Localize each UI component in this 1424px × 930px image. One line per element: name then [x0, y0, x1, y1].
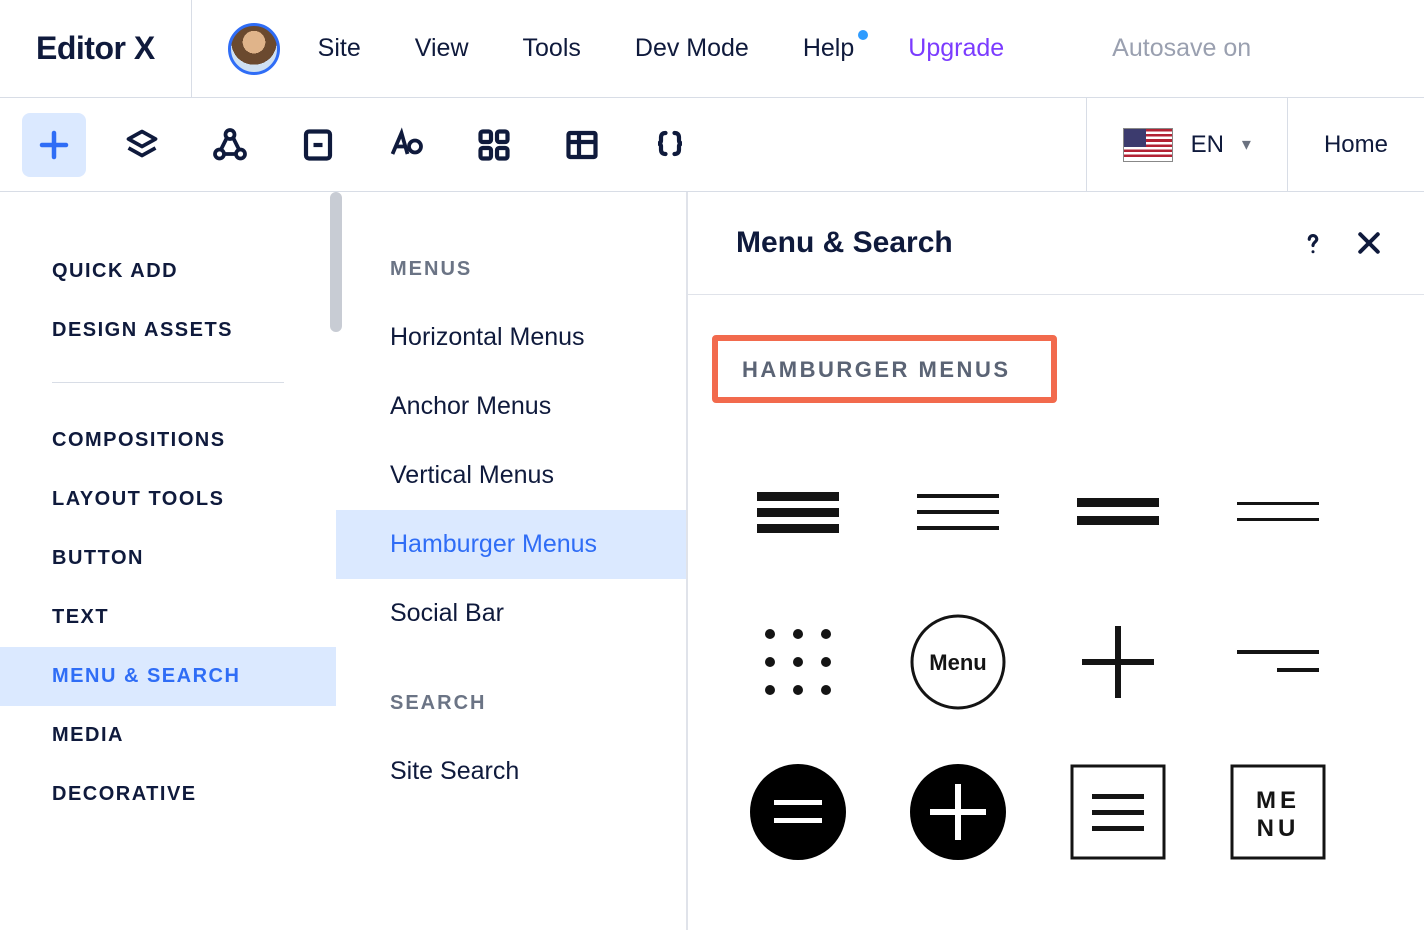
cms-button[interactable] — [550, 113, 614, 177]
layers-button[interactable] — [110, 113, 174, 177]
circle-plus-icon — [908, 762, 1008, 862]
hamburger-circle-plus[interactable] — [878, 737, 1038, 887]
sub-site-search[interactable]: Site Search — [336, 737, 686, 806]
grid-icon — [476, 127, 512, 163]
hamburger-icon — [917, 486, 999, 538]
masters-button[interactable] — [198, 113, 262, 177]
cat-quick-add[interactable]: QUICK ADD — [0, 242, 336, 301]
circle-menu-icon: Menu — [908, 612, 1008, 712]
layers-icon — [124, 127, 160, 163]
panel-title: Menu & Search — [736, 226, 953, 260]
menu-devmode[interactable]: Dev Mode — [635, 34, 749, 63]
flag-us-icon — [1123, 128, 1173, 162]
hamburger-thin-3lines[interactable] — [878, 437, 1038, 587]
home-label: Home — [1324, 131, 1388, 159]
chevron-down-icon: ▾ — [1242, 134, 1251, 155]
cat-layout-tools[interactable]: LAYOUT TOOLS — [0, 470, 336, 529]
add-button[interactable] — [22, 113, 86, 177]
section-menus-header: MENUS — [336, 242, 686, 303]
hamburger-circle-2lines[interactable] — [718, 737, 878, 887]
cat-text[interactable]: TEXT — [0, 588, 336, 647]
add-panel: Menu & Search HAMBURGER MENUS — [688, 192, 1424, 930]
hamburger-icon — [1237, 494, 1319, 530]
hamburger-dots-grid[interactable] — [718, 587, 878, 737]
close-icon[interactable] — [1354, 228, 1384, 258]
hamburger-line-shortline[interactable] — [1198, 587, 1358, 737]
theme-icon — [388, 127, 424, 163]
panel-header: Menu & Search — [688, 192, 1424, 295]
sub-horizontal-menus[interactable]: Horizontal Menus — [336, 303, 686, 372]
highlighted-section-label: HAMBURGER MENUS — [712, 335, 1057, 403]
section-label: HAMBURGER MENUS — [742, 357, 1011, 383]
hamburger-icon — [1077, 492, 1159, 532]
cat-menu-search[interactable]: MENU & SEARCH — [0, 647, 336, 706]
toolbar: EN ▾ Home — [0, 98, 1424, 192]
page-button[interactable] — [286, 113, 350, 177]
svg-text:Menu: Menu — [929, 650, 986, 675]
sub-social-bar[interactable]: Social Bar — [336, 579, 686, 648]
menu-help[interactable]: Help — [803, 34, 854, 63]
hamburger-2lines-thin[interactable] — [1198, 437, 1358, 587]
home-selector[interactable]: Home — [1287, 98, 1424, 192]
table-icon — [564, 127, 600, 163]
hamburger-2lines-thick[interactable] — [1038, 437, 1198, 587]
scrollbar[interactable] — [330, 192, 342, 332]
code-button[interactable] — [638, 113, 702, 177]
menu-upgrade[interactable]: Upgrade — [908, 34, 1004, 63]
divider — [191, 0, 192, 98]
hamburger-square-menu-text[interactable]: ME NU — [1198, 737, 1358, 887]
plus-icon — [1078, 622, 1158, 702]
hamburger-square-3lines[interactable] — [1038, 737, 1198, 887]
hamburger-circle-menu-text[interactable]: Menu — [878, 587, 1038, 737]
sub-anchor-menus[interactable]: Anchor Menus — [336, 372, 686, 441]
panel-body: HAMBURGER MENUS — [688, 295, 1424, 887]
hamburger-icon — [1237, 638, 1319, 686]
hamburger-icon — [757, 486, 839, 538]
svg-text:ME: ME — [1256, 787, 1300, 814]
square-menu-icon: ME NU — [1230, 764, 1326, 860]
theme-button[interactable] — [374, 113, 438, 177]
section-search-header: SEARCH — [336, 676, 686, 737]
hamburger-grid: Menu — [712, 437, 1400, 887]
cat-media[interactable]: MEDIA — [0, 706, 336, 765]
circle-equals-icon — [748, 762, 848, 862]
avatar[interactable] — [228, 23, 280, 75]
cat-compositions[interactable]: COMPOSITIONS — [0, 411, 336, 470]
sub-hamburger-menus[interactable]: Hamburger Menus — [336, 510, 686, 579]
apps-button[interactable] — [462, 113, 526, 177]
hamburger-plus[interactable] — [1038, 587, 1198, 737]
sub-vertical-menus[interactable]: Vertical Menus — [336, 441, 686, 510]
hamburger-thick-3lines[interactable] — [718, 437, 878, 587]
top-menu: Site View Tools Dev Mode Help Upgrade Au… — [318, 34, 1252, 63]
sidebar-categories: QUICK ADD DESIGN ASSETS COMPOSITIONS LAY… — [0, 192, 336, 930]
cat-design-assets[interactable]: DESIGN ASSETS — [0, 301, 336, 360]
sidebar-subitems: MENUS Horizontal Menus Anchor Menus Vert… — [336, 192, 688, 930]
language-code: EN — [1191, 131, 1224, 159]
top-bar: Editor X Site View Tools Dev Mode Help U… — [0, 0, 1424, 98]
cat-button[interactable]: BUTTON — [0, 529, 336, 588]
share-nodes-icon — [212, 127, 248, 163]
menu-tools[interactable]: Tools — [523, 34, 581, 63]
dots-grid-icon — [758, 622, 838, 702]
divider — [52, 382, 284, 383]
main-area: QUICK ADD DESIGN ASSETS COMPOSITIONS LAY… — [0, 192, 1424, 930]
language-selector[interactable]: EN ▾ — [1086, 98, 1287, 192]
menu-site[interactable]: Site — [318, 34, 361, 63]
square-hamburger-icon — [1070, 764, 1166, 860]
autosave-status: Autosave on — [1112, 34, 1251, 63]
help-icon[interactable] — [1298, 228, 1328, 258]
plus-icon — [36, 127, 72, 163]
svg-text:NU: NU — [1257, 815, 1300, 842]
braces-icon — [652, 127, 688, 163]
menu-view[interactable]: View — [415, 34, 469, 63]
logo: Editor X — [36, 30, 155, 67]
cat-decorative[interactable]: DECORATIVE — [0, 765, 336, 824]
page-icon — [300, 127, 336, 163]
